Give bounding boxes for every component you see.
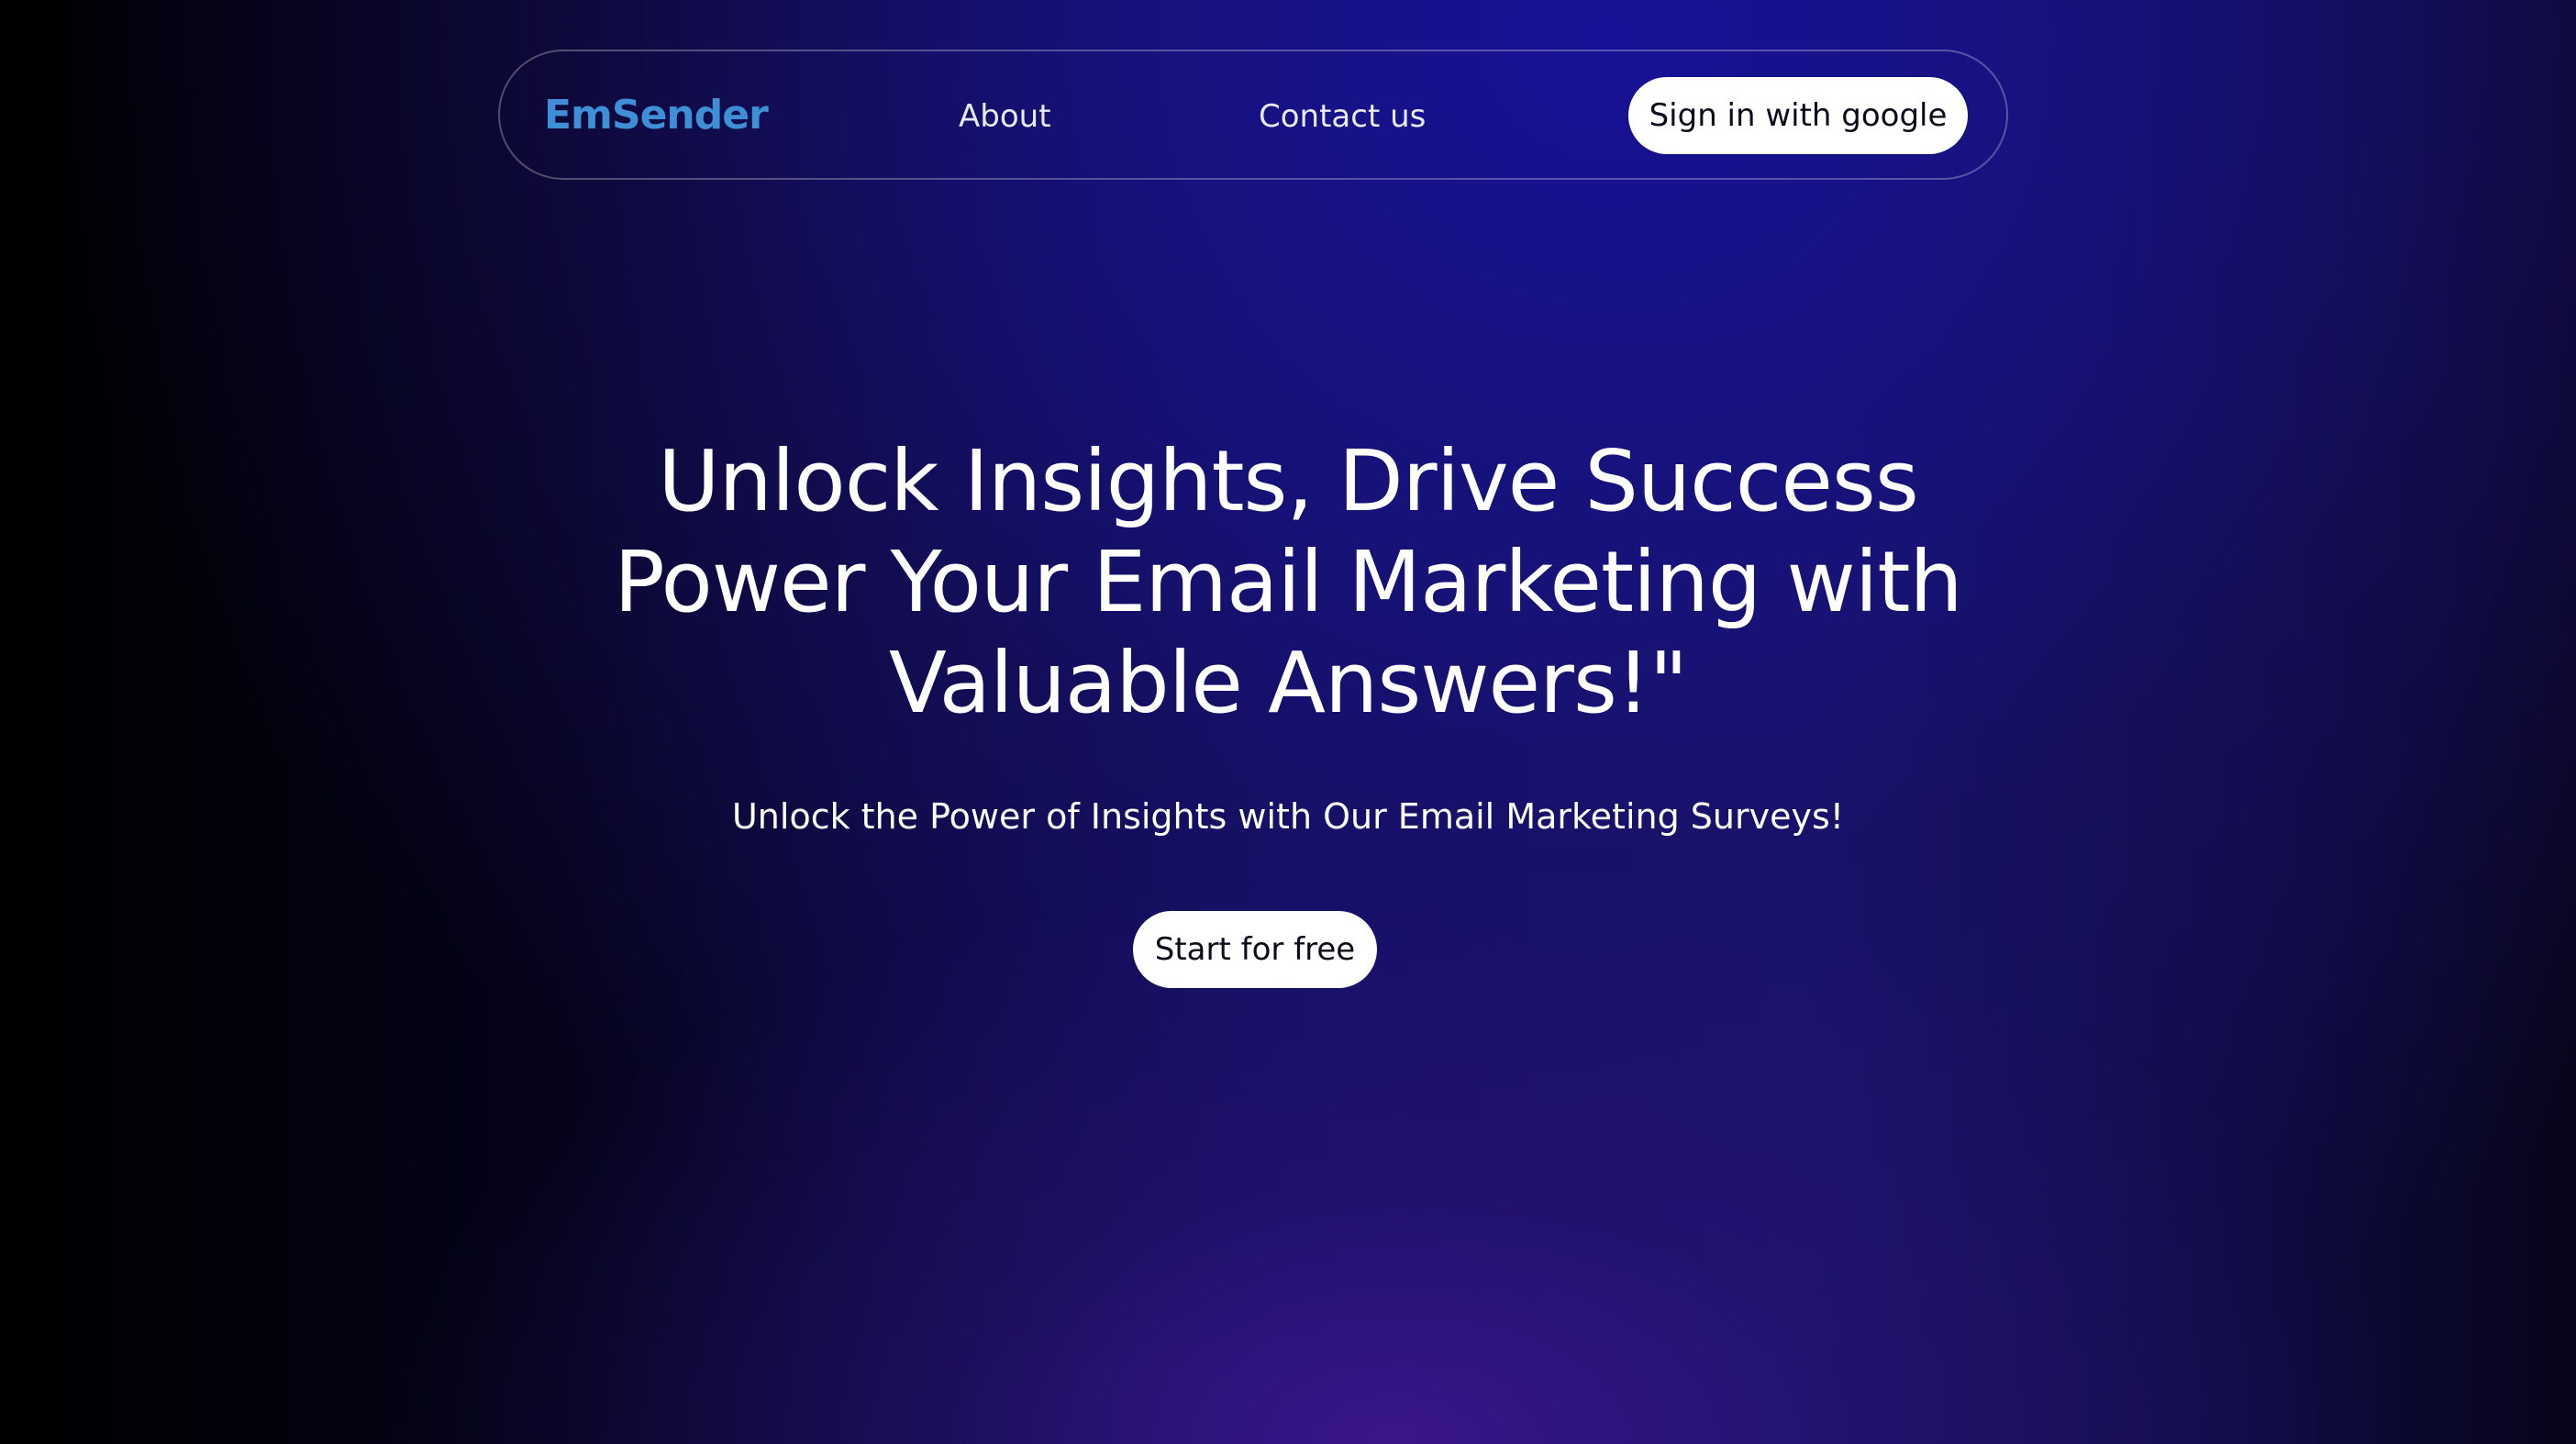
start-for-free-button[interactable]: Start for free (1133, 911, 1377, 988)
hero-title: Unlock Insights, Drive Success Power You… (371, 431, 2205, 734)
navbar: EmSender About Contact us Sign in with g… (498, 50, 2008, 180)
logo[interactable]: EmSender (544, 92, 769, 139)
sign-in-with-google-button[interactable]: Sign in with google (1628, 77, 1968, 154)
hero-title-line-2: Power Your Email Marketing with (614, 533, 1962, 631)
hero-title-line-3: Valuable Answers!" (888, 634, 1688, 732)
hero-title-line-1: Unlock Insights, Drive Success (658, 432, 1919, 530)
nav-link-about[interactable]: About (959, 97, 1051, 136)
nav-link-contact-us[interactable]: Contact us (1259, 97, 1426, 136)
hero-subtitle: Unlock the Power of Insights with Our Em… (731, 796, 1844, 837)
